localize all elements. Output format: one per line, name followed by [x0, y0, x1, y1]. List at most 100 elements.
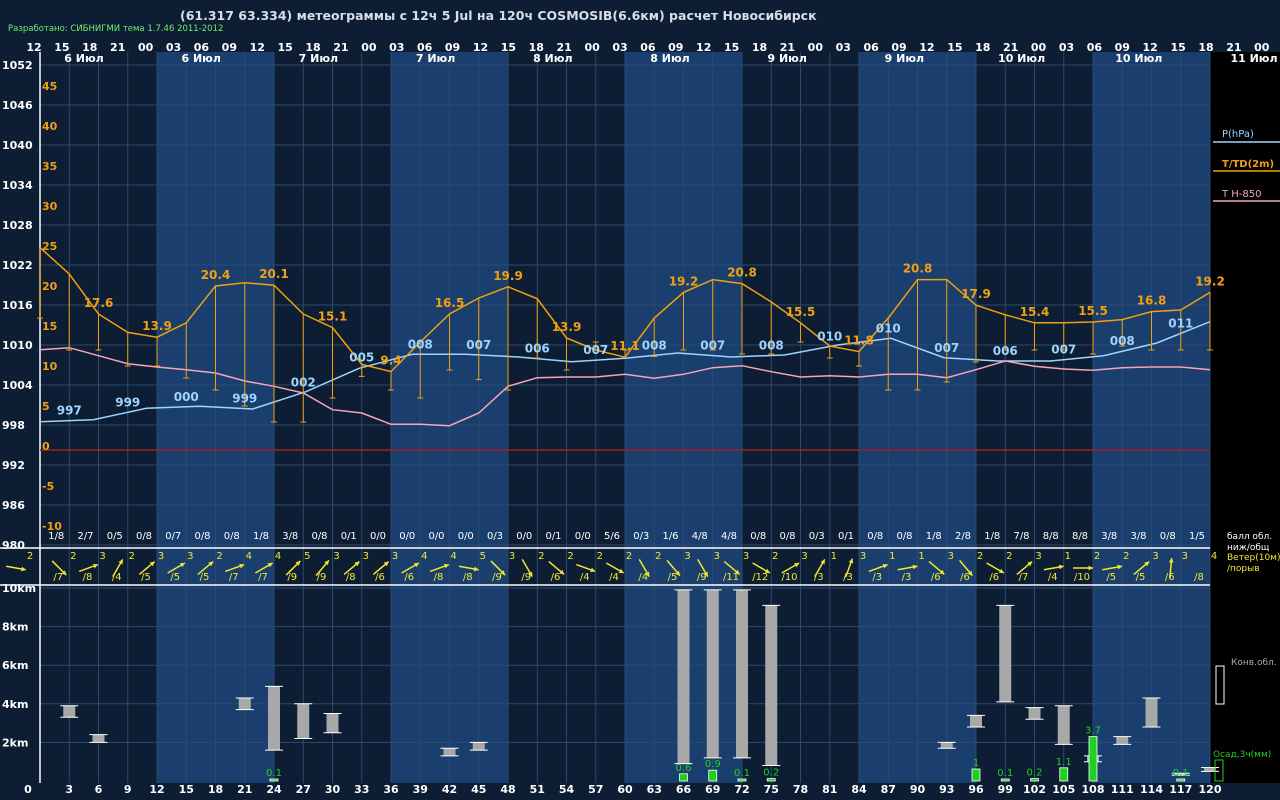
cloud-cover-label: 1/8	[984, 531, 1000, 542]
wind-speed-label: 4	[1211, 551, 1217, 562]
pressure-value-label: 007	[466, 338, 491, 352]
forecast-hour-label: 6	[95, 783, 103, 796]
wind-gust-label: /8	[463, 572, 473, 583]
height-tick-label: 8km	[2, 621, 28, 634]
precip-value-label: 0.2	[1027, 768, 1043, 779]
temperature-value-label: 15.1	[318, 310, 348, 324]
pressure-tick-label: 1046	[2, 99, 33, 112]
cloud-bar	[940, 742, 953, 749]
hour-tick-label: 15	[277, 41, 292, 54]
wind-speed-label: 3	[1182, 551, 1188, 562]
hour-tick-label: 03	[836, 41, 851, 54]
cloud-bar	[63, 705, 76, 718]
cloud-cover-label: 0/0	[399, 531, 415, 542]
pressure-value-label: 007	[700, 339, 725, 353]
forecast-hour-label: 114	[1140, 783, 1163, 796]
cloud-bar	[736, 589, 748, 758]
wind-speed-label: 1	[1065, 551, 1071, 562]
wind-gust-label: /5	[200, 572, 210, 583]
wind-speed-label: 3	[948, 551, 954, 562]
forecast-hour-label: 3	[65, 783, 73, 796]
cloud-cover-label: 4/8	[721, 531, 737, 542]
wind-speed-label: 4	[450, 551, 456, 562]
day-label: 11 Июл	[1230, 52, 1277, 65]
pressure-tick-label: 1028	[2, 219, 33, 232]
cloud-cover-label: 0/8	[136, 531, 152, 542]
wind-speed-label: 3	[158, 551, 164, 562]
hour-tick-label: 18	[975, 41, 990, 54]
temperature-value-label: 19.2	[669, 274, 699, 288]
precip-bar	[1059, 767, 1069, 782]
cloud-cover-label: 0/0	[428, 531, 444, 542]
day-label: 7 Июл	[416, 52, 455, 65]
cloud-bar	[1057, 705, 1070, 745]
legend-temperature: T/TD(2m)	[1222, 159, 1274, 170]
pressure-value-label: 008	[642, 338, 667, 352]
forecast-hour-label: 27	[296, 783, 311, 796]
cloud-bar	[765, 605, 778, 766]
precip-value-label: 0.2	[763, 768, 779, 779]
forecast-hour-label: 117	[1169, 783, 1192, 796]
temperature-value-label: 17.6	[84, 296, 114, 310]
wind-gust-label: /4	[580, 572, 590, 583]
temperature-tick-label: 35	[42, 160, 57, 173]
wind-gust-label: /11	[723, 572, 739, 583]
cloud-bar	[677, 589, 690, 764]
cloud-cover-label: 7/8	[1013, 531, 1029, 542]
forecast-hour-label: 93	[939, 783, 954, 796]
hour-tick-label: 15	[1170, 41, 1185, 54]
hour-tick-label: 12	[473, 41, 488, 54]
cloud-cover-label: 0/7	[165, 531, 181, 542]
forecast-hour-label: 39	[413, 783, 428, 796]
wind-gust-label: /9	[317, 572, 327, 583]
credit-text: Разработано: СИБНИГМИ тема 1.7.46 2011-2…	[8, 24, 223, 34]
wind-speed-label: 4	[421, 551, 427, 562]
wind-gust-label: /8	[1194, 572, 1204, 583]
temperature-value-label: 9.4	[380, 354, 401, 368]
cloud-bar	[1145, 698, 1158, 727]
wind-gust-label: /4	[609, 572, 619, 583]
precip-bar	[1030, 778, 1039, 782]
wind-speed-label: 3	[801, 551, 807, 562]
wind-gust-label: /6	[989, 572, 999, 583]
wind-speed-label: 2	[567, 551, 573, 562]
wind-gust-label: /7	[1019, 572, 1029, 583]
forecast-hour-label: 99	[998, 783, 1013, 796]
cloud-bar	[1116, 736, 1129, 745]
temperature-value-label: 13.9	[142, 319, 172, 333]
day-label: 9 Июл	[767, 52, 806, 65]
pressure-value-label: 006	[993, 344, 1018, 358]
forecast-hour-label: 111	[1111, 783, 1134, 796]
temperature-value-label: 15.4	[1020, 305, 1050, 319]
pressure-tick-label: 1052	[2, 59, 33, 72]
wind-gust-label: /9	[287, 572, 297, 583]
wind-speed-label: 1	[831, 551, 837, 562]
pressure-tick-label: 1022	[2, 259, 33, 272]
wind-gust-label: /6	[404, 572, 414, 583]
pressure-value-label: 008	[1110, 334, 1135, 348]
pressure-value-label: 999	[232, 392, 257, 406]
wind-speed-label: 5	[304, 551, 310, 562]
height-tick-label: 4km	[2, 698, 28, 711]
wind-gust-label: /3	[902, 572, 912, 583]
cloud-cover-label: 0/3	[633, 531, 649, 542]
cloud-bar	[706, 589, 719, 758]
forecast-hour-label: 51	[530, 783, 545, 796]
pressure-value-label: 997	[57, 404, 82, 418]
wind-speed-label: 3	[187, 551, 193, 562]
precip-value-label: 1.1	[1056, 757, 1072, 768]
day-label: 6 Июл	[181, 52, 220, 65]
forecast-hour-label: 24	[266, 783, 282, 796]
cloud-cover-label: 0/0	[370, 531, 386, 542]
wind-speed-label: 4	[275, 551, 281, 562]
legend-precip: Осад,3ч(мм)	[1213, 750, 1271, 760]
wind-gust-label: /4	[1048, 572, 1058, 583]
forecast-hour-label: 96	[968, 783, 984, 796]
wind-speed-label: 2	[1123, 551, 1129, 562]
wind-gust-label: /6	[960, 572, 970, 583]
wind-gust-label: /10	[1074, 572, 1090, 583]
hour-tick-label: 12	[26, 41, 41, 54]
forecast-hour-label: 0	[24, 783, 32, 796]
temperature-tick-label: 30	[42, 200, 58, 213]
cloud-bar	[92, 734, 105, 743]
